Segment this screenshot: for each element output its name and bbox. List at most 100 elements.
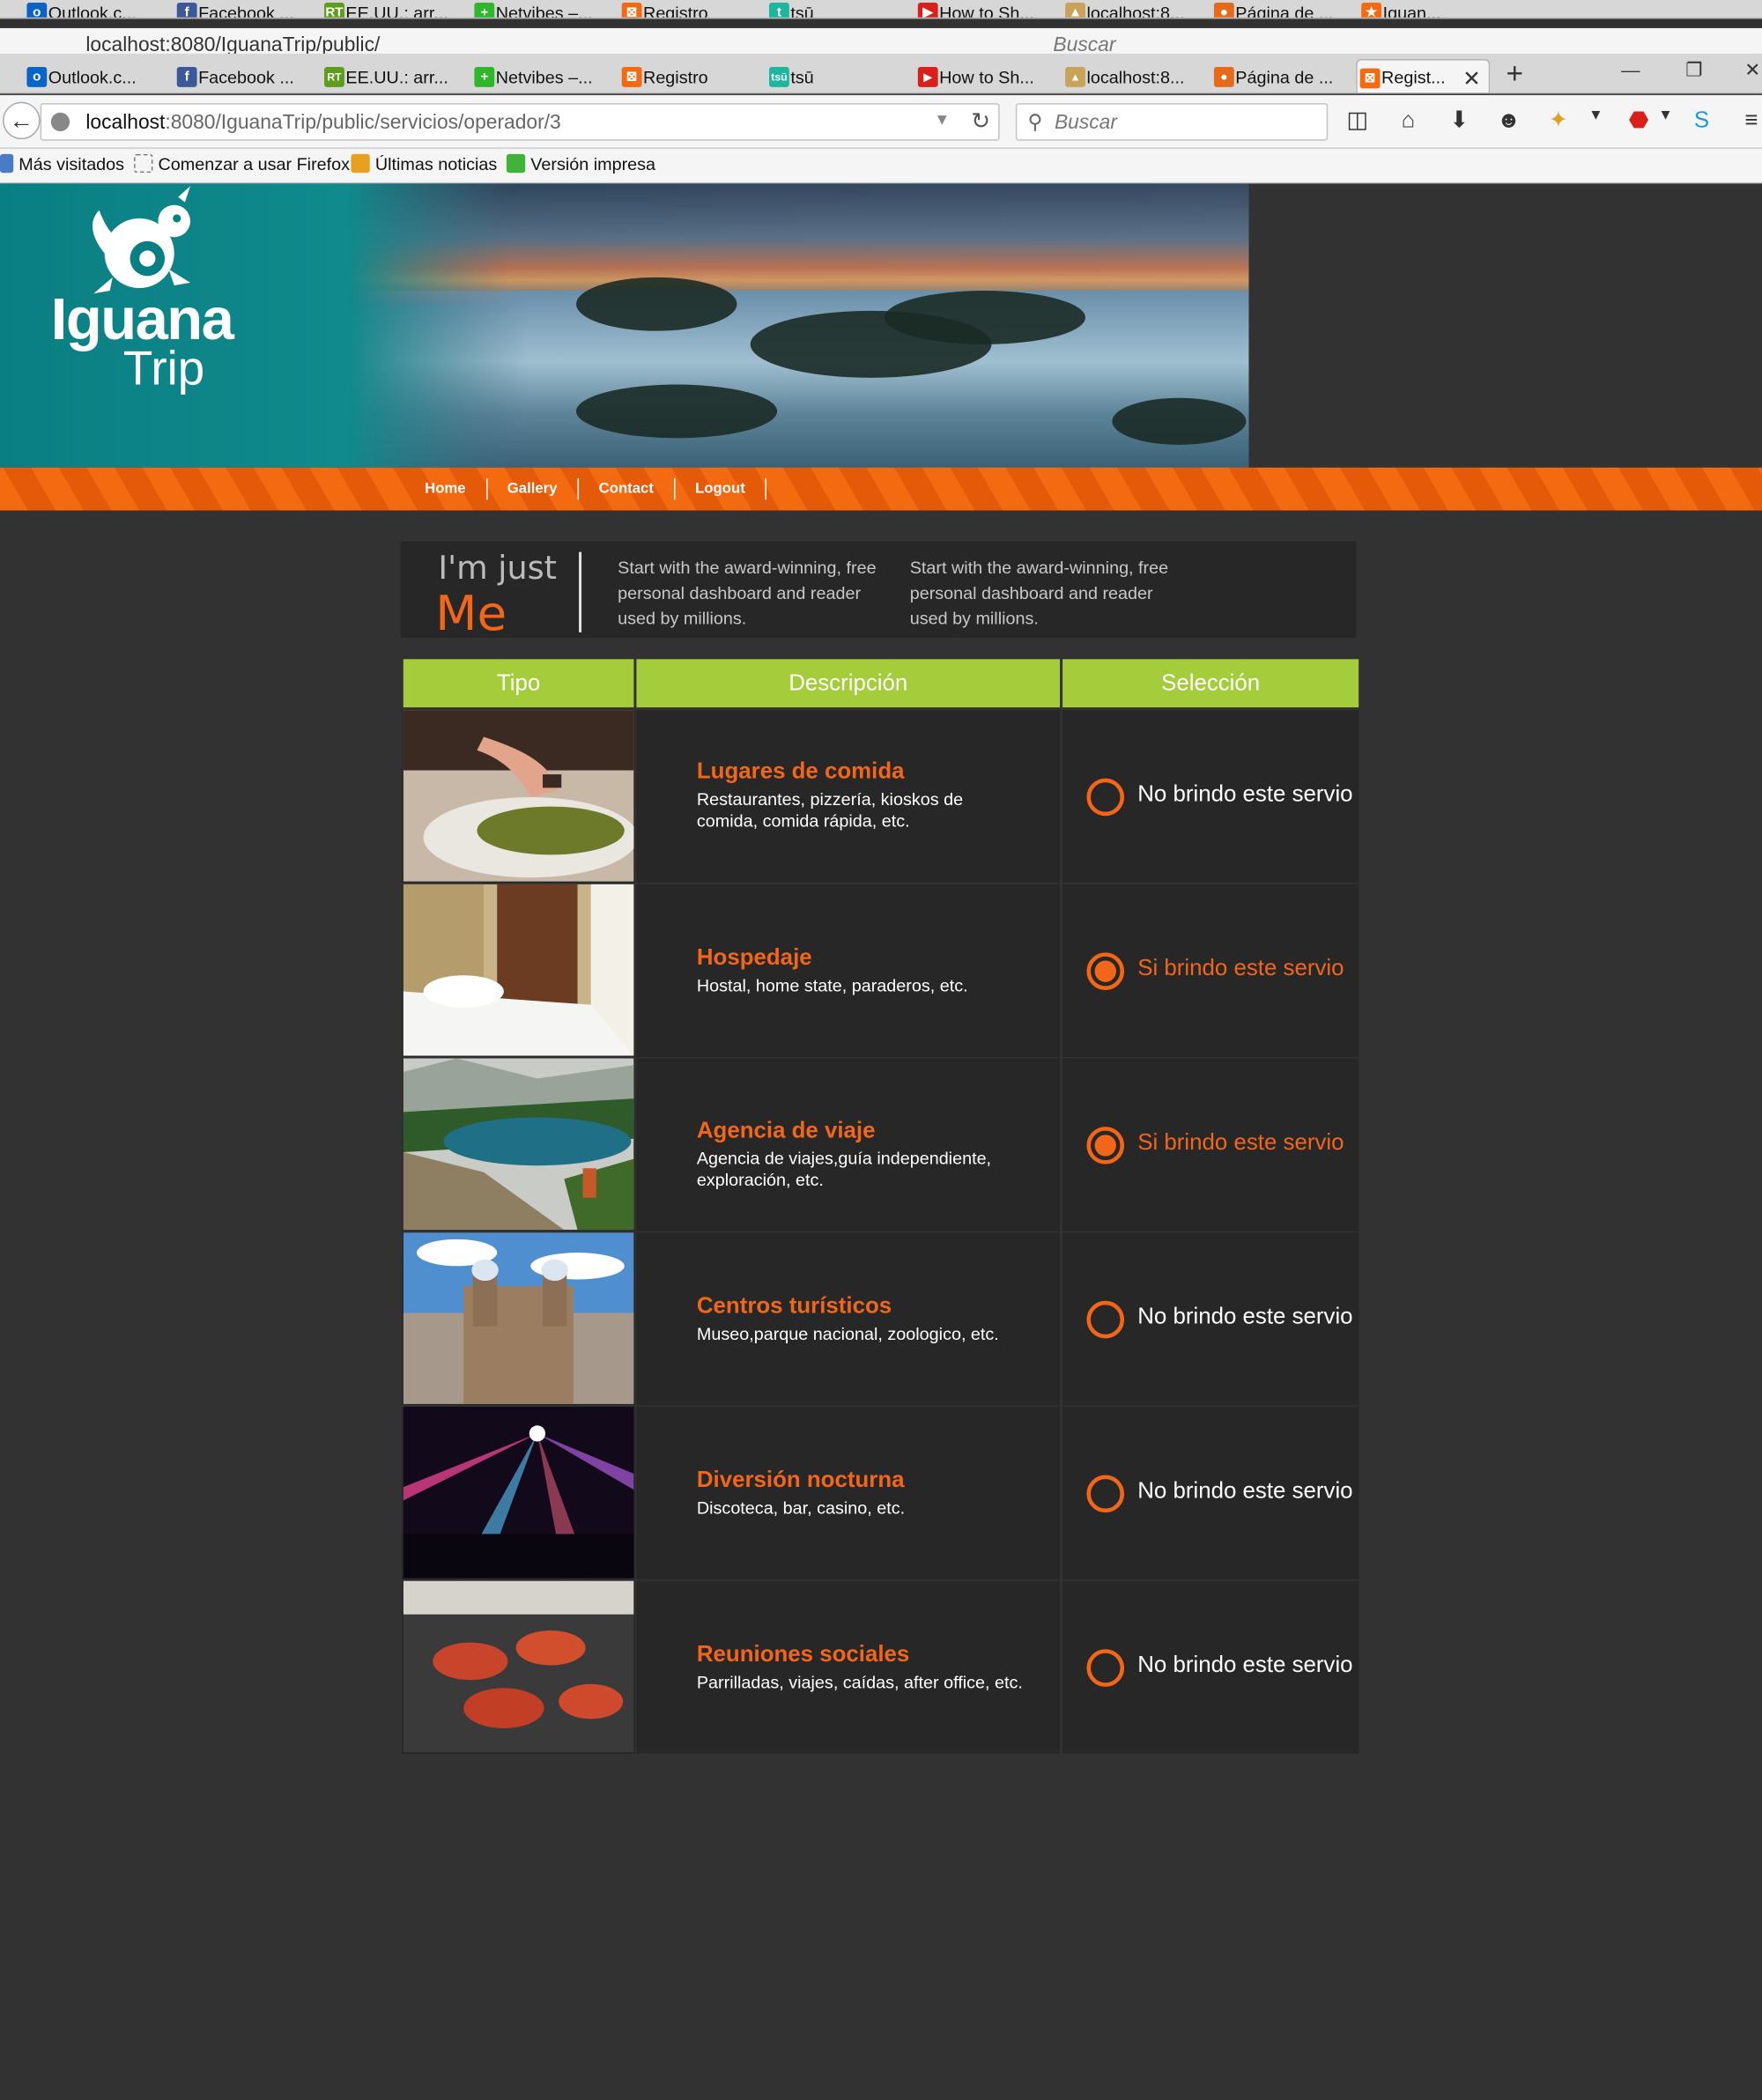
hello-icon[interactable]: ☻ — [1494, 107, 1523, 134]
tab-youtube[interactable]: ▶ How to Sh... — [915, 59, 1056, 92]
table-row: Reuniones sociales Parrilladas, viajes, … — [402, 1580, 1359, 1756]
type-cell — [402, 1406, 635, 1580]
bookmark-mas-visitados[interactable]: Más visitados — [0, 153, 124, 174]
menu-home[interactable]: Home — [404, 477, 487, 500]
service-title: Centros turísticos — [696, 1292, 892, 1319]
selection-cell: No brindo este servio — [1062, 1580, 1359, 1754]
bg-tab-pagina: ● Página de ... — [1211, 0, 1352, 18]
tab-registro[interactable]: ⊠ Registro — [619, 59, 760, 92]
main-menu-bar: Home Gallery Contact Logout — [0, 467, 1762, 511]
service-title: Reuniones sociales — [696, 1641, 910, 1667]
download-icon[interactable]: ⬇ — [1445, 107, 1474, 134]
description-cell: Centros turísticos Museo,parque nacional… — [636, 1232, 1061, 1406]
close-window-icon[interactable]: ✕ — [1744, 59, 1760, 82]
tab-pagina[interactable]: ● Página de ... — [1211, 59, 1352, 92]
extension-icon[interactable]: ✦ — [1544, 107, 1573, 134]
barbecue-photo — [403, 1580, 634, 1753]
adblock-icon[interactable]: ⬣ — [1624, 107, 1653, 134]
service-radio[interactable] — [1086, 1649, 1125, 1687]
pocket-icon[interactable]: ◫ — [1343, 107, 1372, 134]
service-radio[interactable] — [1086, 1300, 1125, 1339]
bookmark-ultimas-noticias[interactable]: Últimas noticias — [351, 153, 497, 174]
tab-registro-active[interactable]: ⊠ Regist... ✕ — [1356, 58, 1491, 92]
adblock-dropdown-icon[interactable]: ▼ — [1651, 107, 1680, 123]
type-cell — [402, 1058, 635, 1231]
close-tab-icon[interactable]: ✕ — [1462, 66, 1480, 92]
table-row: Agencia de viaje Agencia de viajes,guía … — [402, 1058, 1359, 1233]
new-tab-button[interactable]: + — [1507, 56, 1524, 92]
facebook-icon: f — [176, 67, 197, 87]
service-title: Agencia de viaje — [696, 1117, 876, 1143]
service-radio[interactable] — [1086, 778, 1125, 817]
search-icon: ⚲ — [1027, 111, 1043, 135]
tab-outlook[interactable]: o Outlook.c... — [24, 59, 171, 92]
selection-cell: No brindo este servio — [1062, 1406, 1359, 1580]
outlook-icon: o — [26, 67, 48, 87]
rt-icon: RT — [324, 67, 344, 87]
description-cell: Agencia de viaje Agencia de viajes,guía … — [636, 1058, 1061, 1231]
bookmark-version-impresa[interactable]: Versión impresa — [506, 153, 655, 174]
table-row: Centros turísticos Museo,parque nacional… — [402, 1232, 1359, 1407]
netvibes-icon: + — [474, 67, 495, 87]
background-url: localhost:8080/IguanaTrip/public/ — [85, 33, 381, 55]
g-icon — [506, 153, 526, 174]
restore-icon[interactable]: ❐ — [1685, 59, 1702, 82]
tab-netvibes[interactable]: + Netvibes –... — [471, 59, 612, 92]
home-icon[interactable]: ⌂ — [1394, 107, 1423, 134]
tab-tsu[interactable]: tsū tsū — [766, 59, 900, 92]
service-description: Parrilladas, viajes, caídas, after offic… — [696, 1672, 1023, 1692]
bg-tab-tsu: t tsū — [766, 0, 900, 18]
menu-contact[interactable]: Contact — [579, 477, 676, 500]
service-radio[interactable] — [1086, 1475, 1125, 1513]
intro-divider — [579, 551, 582, 632]
main-menu: Home Gallery Contact Logout — [404, 468, 767, 511]
search-bar[interactable]: ⚲ Buscar — [1015, 103, 1329, 141]
page-content: Iguana Trip Home Gallery Contact Logout … — [0, 183, 1762, 2100]
header-banner: Iguana Trip — [0, 183, 1249, 468]
service-title: Hospedaje — [696, 944, 812, 971]
tab-localhost[interactable]: ▲ localhost:8... — [1062, 59, 1203, 92]
reload-icon[interactable]: ↻ — [971, 108, 990, 135]
tab-rt[interactable]: RT EE.UU.: arr... — [322, 59, 463, 92]
logo-wordmark-trip: Trip — [122, 340, 205, 396]
url-text: localhost:8080/IguanaTrip/public/servici… — [85, 111, 561, 135]
tab-facebook[interactable]: f Facebook ... — [174, 59, 315, 92]
navigation-bar: ← localhost:8080/IguanaTrip/public/servi… — [0, 94, 1762, 149]
table-row: Hospedaje Hostal, home state, paraderos,… — [402, 884, 1359, 1059]
service-radio-label[interactable]: Si brindo este servio — [1137, 955, 1344, 981]
bookmark-comenzar[interactable]: Comenzar a usar Firefox — [134, 153, 350, 174]
bg-tab-outlook: o Outlook.c... — [24, 0, 171, 18]
menu-icon[interactable]: ≡ — [1736, 107, 1762, 134]
table-row: Diversión nocturna Discoteca, bar, casin… — [402, 1406, 1359, 1581]
service-radio-label[interactable]: Si brindo este servio — [1137, 1129, 1344, 1156]
url-dropdown-icon[interactable]: ▼ — [934, 110, 950, 129]
rss-icon — [351, 153, 370, 174]
service-title: Diversión nocturna — [696, 1467, 905, 1493]
column-header-tipo: Tipo — [403, 659, 634, 708]
service-radio-label[interactable]: No brindo este servio — [1137, 1652, 1352, 1678]
tsu-icon: tsū — [769, 67, 789, 87]
service-radio-label[interactable]: No brindo este servio — [1137, 1304, 1352, 1330]
type-cell — [402, 884, 635, 1057]
service-description: Restaurantes, pizzería, kioskos de comid… — [696, 788, 964, 831]
banner-rock — [884, 291, 1085, 344]
skype-icon[interactable]: S — [1687, 107, 1716, 134]
service-radio-label[interactable]: No brindo este servio — [1137, 1478, 1352, 1505]
back-arrow-icon[interactable]: ← — [3, 101, 41, 140]
extension-dropdown-icon[interactable]: ▼ — [1581, 107, 1610, 123]
bg-tab-rt: RT EE.UU.: arr... — [322, 0, 463, 18]
intro-highlight: Me — [435, 587, 507, 642]
bg-tab-youtube: ▶ How to Sh... — [915, 0, 1056, 18]
localhost-icon: ▲ — [1065, 67, 1085, 87]
url-bar[interactable]: localhost:8080/IguanaTrip/public/servici… — [40, 103, 1000, 141]
menu-gallery[interactable]: Gallery — [487, 477, 579, 500]
type-cell — [402, 1232, 635, 1406]
service-radio[interactable] — [1086, 952, 1125, 990]
description-cell: Lugares de comida Restaurantes, pizzería… — [636, 710, 1061, 884]
service-description: Discoteca, bar, casino, etc. — [696, 1497, 906, 1519]
service-radio-label[interactable]: No brindo este servio — [1137, 781, 1352, 808]
menu-logout[interactable]: Logout — [675, 477, 767, 500]
minimize-icon[interactable]: — — [1621, 59, 1640, 80]
service-radio[interactable] — [1086, 1127, 1125, 1165]
type-cell — [402, 1580, 635, 1754]
